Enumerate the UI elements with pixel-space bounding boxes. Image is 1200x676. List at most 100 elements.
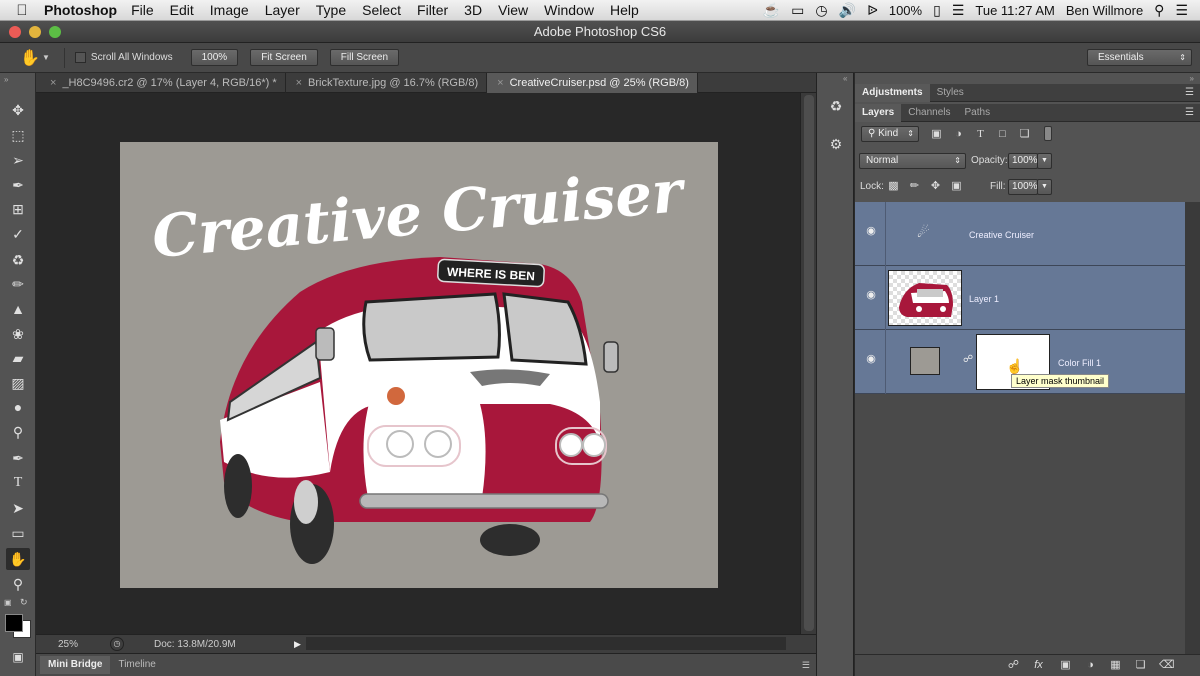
clone-stamp-tool-icon[interactable]: ▲: [6, 298, 30, 320]
zoom-window-button[interactable]: [49, 26, 61, 38]
new-group-icon[interactable]: ▦: [1109, 659, 1122, 672]
rectangle-tool-icon[interactable]: ▭: [6, 522, 30, 544]
menu-select[interactable]: Select: [362, 2, 401, 18]
menu-edit[interactable]: Edit: [170, 2, 194, 18]
volume-icon[interactable]: 🔊: [839, 2, 856, 19]
color-fill-swatch[interactable]: [910, 347, 940, 375]
swap-colors-icon[interactable]: ↻: [20, 597, 28, 608]
foreground-color-swatch[interactable]: [5, 614, 23, 632]
layer-name[interactable]: Layer 1: [969, 294, 999, 304]
notification-center-icon[interactable]: ☰: [1175, 2, 1188, 19]
filter-type-layers-icon[interactable]: T: [974, 128, 987, 141]
chain-link-icon[interactable]: ☍: [963, 354, 973, 365]
menu-3d[interactable]: 3D: [464, 2, 482, 18]
eye-visibility-icon[interactable]: ◉: [864, 352, 878, 366]
document-canvas[interactable]: Creative Cruiser WHERE IS BEN: [120, 142, 718, 588]
tab-paths[interactable]: Paths: [958, 104, 998, 122]
menu-layer[interactable]: Layer: [265, 2, 300, 18]
battery-icon[interactable]: ▯: [933, 2, 941, 19]
adjustments-panel-menu-icon[interactable]: ☰: [1185, 87, 1194, 98]
eyedropper-tool-icon[interactable]: ✓: [6, 223, 30, 245]
new-adjustment-layer-icon[interactable]: ◑: [1084, 659, 1097, 672]
menu-type[interactable]: Type: [316, 2, 346, 18]
doc-tab-creative-cruiser[interactable]: × CreativeCruiser.psd @ 25% (RGB/8): [487, 73, 698, 93]
battery-percent[interactable]: 100%: [889, 3, 922, 18]
bluetooth-icon[interactable]: ᐉ: [867, 2, 878, 19]
add-mask-icon[interactable]: ▣: [1059, 659, 1072, 672]
eye-visibility-icon[interactable]: ◉: [864, 224, 878, 238]
delete-layer-icon[interactable]: ⌫: [1159, 659, 1175, 672]
opacity-slider-icon[interactable]: ▼: [1037, 153, 1052, 169]
menu-file[interactable]: File: [131, 2, 154, 18]
history-panel-icon[interactable]: ♻: [826, 96, 846, 116]
tab-layers[interactable]: Layers: [855, 104, 902, 122]
properties-panel-icon[interactable]: ⚙: [826, 134, 846, 154]
clock[interactable]: Tue 11:27 AM: [975, 3, 1055, 18]
gradient-tool-icon[interactable]: ▨: [6, 372, 30, 394]
fill-input[interactable]: 100%: [1008, 179, 1038, 195]
filter-pixel-layers-icon[interactable]: ▣: [930, 128, 943, 141]
eraser-tool-icon[interactable]: ▰: [6, 347, 30, 369]
lock-position-icon[interactable]: ✥: [929, 180, 942, 193]
scroll-all-windows-checkbox[interactable]: [74, 52, 86, 63]
preset-dropdown-icon[interactable]: ▼: [42, 53, 50, 62]
eye-visibility-icon[interactable]: ◉: [864, 288, 878, 302]
layer-style-fx-icon[interactable]: fx: [1032, 659, 1045, 672]
menu-view[interactable]: View: [498, 2, 528, 18]
blend-mode-select[interactable]: Normal ⇕: [859, 153, 966, 169]
apple-menu-icon[interactable]: : [0, 2, 44, 19]
marquee-tool-icon[interactable]: ⬚: [6, 124, 30, 146]
airplay-icon[interactable]: ▭: [791, 2, 804, 19]
type-tool-icon[interactable]: T: [6, 472, 30, 494]
zoom-level[interactable]: 25%: [58, 639, 110, 650]
menu-help[interactable]: Help: [610, 2, 639, 18]
zoom-tool-icon[interactable]: ⚲: [6, 573, 30, 595]
filter-smart-objects-icon[interactable]: ❏: [1018, 128, 1031, 141]
new-layer-icon[interactable]: ❏: [1134, 659, 1147, 672]
layer-row[interactable]: ◉ Layer 1: [855, 266, 1185, 330]
lock-transparency-icon[interactable]: ▩: [887, 180, 900, 193]
dodge-tool-icon[interactable]: ⚲: [6, 421, 30, 443]
path-selection-tool-icon[interactable]: ➤: [6, 497, 30, 519]
healing-brush-tool-icon[interactable]: ♻: [6, 249, 30, 271]
quick-mask-icon[interactable]: ▣: [6, 646, 30, 668]
blur-tool-icon[interactable]: ●: [6, 396, 30, 418]
doc-tab-brick[interactable]: × BrickTexture.jpg @ 16.7% (RGB/8): [286, 73, 488, 93]
tab-styles[interactable]: Styles: [930, 84, 971, 102]
lasso-tool-icon[interactable]: ➢: [6, 149, 30, 171]
wifi-icon[interactable]: ☰: [952, 2, 965, 19]
menu-image[interactable]: Image: [210, 2, 249, 18]
tab-channels[interactable]: Channels: [901, 104, 957, 122]
layer-thumbnail[interactable]: [888, 270, 962, 326]
time-machine-icon[interactable]: ◷: [815, 2, 827, 19]
user-name[interactable]: Ben Willmore: [1066, 3, 1143, 18]
fit-screen-button[interactable]: Fit Screen: [250, 49, 318, 66]
workspace-switcher[interactable]: Essentials ⇕: [1087, 49, 1192, 66]
hand-tool-preset-icon[interactable]: ✋: [20, 48, 42, 68]
default-colors-icon[interactable]: ▣: [4, 598, 12, 607]
opacity-input[interactable]: 100%: [1008, 153, 1038, 169]
pen-tool-icon[interactable]: ✒: [6, 447, 30, 469]
status-menu-arrow-icon[interactable]: ▶: [294, 639, 301, 650]
doc-tab-raw[interactable]: × _H8C9496.cr2 @ 17% (Layer 4, RGB/16*) *: [40, 73, 286, 93]
scrollbar-thumb[interactable]: [804, 95, 814, 631]
layer-filter-kind-select[interactable]: ⚲ Kind ⇕: [861, 126, 919, 142]
filter-shape-layers-icon[interactable]: □: [996, 128, 1009, 141]
layers-panel-menu-icon[interactable]: ☰: [1185, 107, 1194, 118]
bottom-panel-menu-icon[interactable]: ☰: [802, 660, 810, 671]
menu-window[interactable]: Window: [544, 2, 594, 18]
app-menu[interactable]: Photoshop: [44, 2, 117, 18]
tab-timeline[interactable]: Timeline: [110, 656, 163, 674]
zoom-100-button[interactable]: 100%: [190, 49, 239, 66]
fill-slider-icon[interactable]: ▼: [1037, 179, 1052, 195]
filter-toggle-switch[interactable]: [1044, 126, 1052, 141]
collapse-panels-icon[interactable]: »: [1190, 74, 1194, 83]
history-brush-tool-icon[interactable]: ❀: [6, 323, 30, 345]
link-layers-icon[interactable]: ☍: [1007, 659, 1020, 672]
layer-name[interactable]: Color Fill 1: [1058, 358, 1101, 368]
tab-adjustments[interactable]: Adjustments: [855, 84, 930, 102]
close-tab-icon[interactable]: ×: [497, 77, 503, 89]
close-window-button[interactable]: [9, 26, 21, 38]
timing-icon[interactable]: ◷: [110, 637, 124, 651]
hand-tool-icon[interactable]: ✋: [6, 548, 30, 570]
